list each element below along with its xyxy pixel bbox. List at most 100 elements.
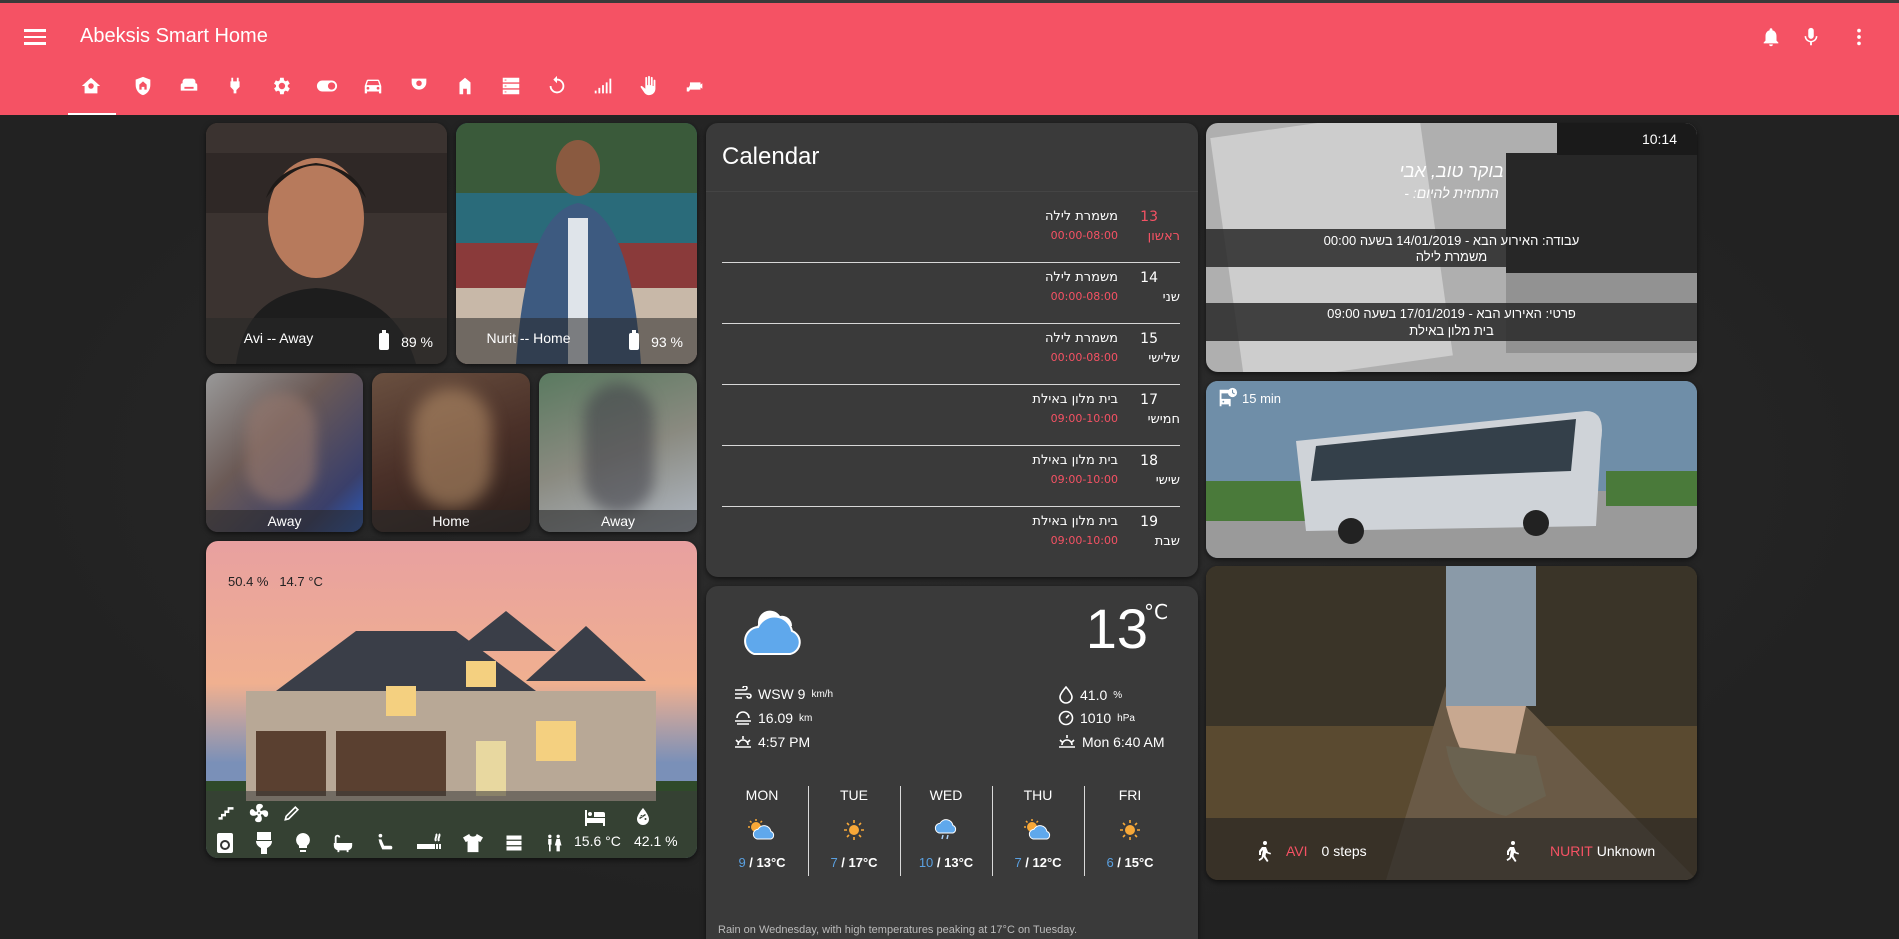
weather-card: 13 °C WSW 9 km/h 16.09 km 4:57 PM 41.0 %… bbox=[706, 586, 1198, 939]
humidity-row: 41.0 % bbox=[1058, 686, 1122, 704]
house-icons-row-1 bbox=[216, 802, 302, 824]
stairs-icon[interactable] bbox=[216, 803, 236, 823]
visibility-row: 16.09 km bbox=[734, 710, 812, 726]
calendar-row[interactable]: 19 בית מלון באילת 09:00-10:00 שבת bbox=[722, 506, 1180, 567]
toilet-icon[interactable] bbox=[254, 831, 274, 855]
washing-machine-icon[interactable] bbox=[216, 832, 234, 854]
calendar-event-title: בית מלון באילת bbox=[1032, 453, 1118, 468]
calendar-row[interactable]: 13 משמרת לילה 00:00-08:00 ראשון bbox=[722, 201, 1180, 263]
forecast-day: MON 9 / 13°C bbox=[716, 783, 808, 873]
calendar-row[interactable]: 14 משמרת לילה 00:00-08:00 שני bbox=[722, 262, 1180, 324]
blurred-photo bbox=[246, 393, 316, 503]
calendar-day-number: 15 bbox=[1140, 331, 1158, 347]
calendar-weekday: שלישי bbox=[1148, 351, 1180, 366]
visibility-unit: km bbox=[799, 712, 813, 724]
calendar-event-time: 09:00-10:00 bbox=[1050, 412, 1118, 425]
sunset-icon bbox=[735, 736, 751, 748]
bedroom-humidity: 42.1 % bbox=[634, 833, 678, 849]
forecast-high: 17°C bbox=[848, 855, 878, 870]
steps-card[interactable]: AVI 0 steps NURIT Unknown bbox=[1206, 566, 1697, 880]
partly-cloudy-icon bbox=[992, 815, 1084, 845]
tab-home-modern-icon[interactable] bbox=[442, 75, 488, 115]
steps-person-1-name: AVI bbox=[1286, 843, 1308, 859]
tab-server-icon[interactable] bbox=[488, 75, 534, 115]
tab-power-plug-icon[interactable] bbox=[212, 75, 258, 115]
microphone-icon[interactable] bbox=[1799, 25, 1823, 49]
pencil-icon[interactable] bbox=[282, 803, 302, 823]
house-humidity: 50.4 % bbox=[228, 574, 269, 589]
forecast-low: 9 bbox=[738, 855, 746, 870]
person-card-small-1[interactable]: Away bbox=[206, 373, 363, 532]
person-card-small-3[interactable]: Away bbox=[539, 373, 697, 532]
forecast-high: 13°C bbox=[756, 855, 786, 870]
battery-level: 89 % bbox=[401, 333, 433, 350]
tab-restart-icon[interactable] bbox=[534, 75, 580, 115]
app-header: Abeksis Smart Home bbox=[0, 3, 1899, 115]
walk-icon bbox=[1506, 841, 1519, 862]
blurred-photo bbox=[412, 388, 492, 508]
wind-unit: km/h bbox=[811, 688, 834, 700]
forecast-separator bbox=[808, 786, 809, 876]
forecast-day-name: FRI bbox=[1118, 787, 1142, 803]
house-card[interactable]: 50.4 % 14.7 °C 15.6 °C 42.1 % bbox=[206, 541, 697, 858]
calendar-row[interactable]: 18 בית מלון באילת 09:00-10:00 שישי bbox=[722, 445, 1180, 507]
person-card-nurit[interactable]: Nurit -- Home 93 % bbox=[456, 123, 697, 364]
tab-shield-home-icon[interactable] bbox=[120, 75, 166, 115]
calendar-event-time: 00:00-08:00 bbox=[1050, 229, 1118, 242]
server-icon[interactable] bbox=[504, 833, 524, 853]
lightbulb-icon[interactable] bbox=[294, 832, 312, 854]
weather-summary: Rain on Wednesday, with high temperature… bbox=[718, 924, 1078, 936]
presence-status: Away bbox=[539, 510, 697, 532]
bus-eta: 15 min bbox=[1216, 387, 1281, 409]
house-climate: 50.4 % 14.7 °C bbox=[228, 574, 323, 589]
pressure-value: 1010 bbox=[1080, 710, 1112, 726]
tshirt-icon[interactable] bbox=[462, 833, 484, 853]
calendar-row[interactable]: 15 משמרת לילה 00:00-08:00 שלישי bbox=[722, 323, 1180, 385]
person-card-small-2[interactable]: Home bbox=[372, 373, 530, 532]
forecast-temperatures: 7 / 17°C bbox=[830, 855, 878, 870]
person-card-avi[interactable]: Avi -- Away 89 % bbox=[206, 123, 447, 364]
human-male-female-icon[interactable] bbox=[544, 832, 564, 854]
calendar-event-title: משמרת לילה bbox=[1044, 331, 1118, 346]
bus-card[interactable]: 15 min bbox=[1206, 381, 1697, 558]
bed-icon[interactable] bbox=[583, 808, 607, 826]
forecast-day-name: MON bbox=[745, 787, 779, 803]
steps-person-2-value: Unknown bbox=[1596, 843, 1656, 859]
greeting-title: בוקר טוב, אבי bbox=[1399, 161, 1504, 181]
tab-car-icon[interactable] bbox=[350, 75, 396, 115]
pressure-unit: hPa bbox=[1117, 712, 1135, 724]
forecast-day-name: TUE bbox=[840, 787, 868, 803]
tab-cctv-icon[interactable] bbox=[396, 75, 442, 115]
forecast-separator bbox=[900, 786, 901, 876]
bell-icon[interactable] bbox=[1759, 25, 1783, 49]
app-title: Abeksis Smart Home bbox=[80, 25, 268, 47]
calendar-event-title: משמרת לילה bbox=[1044, 270, 1118, 285]
water-percent-icon[interactable] bbox=[635, 807, 651, 827]
calendar-event-time: 09:00-10:00 bbox=[1050, 473, 1118, 486]
partly-cloudy-icon bbox=[716, 815, 808, 845]
tab-settings-icon[interactable] bbox=[258, 75, 304, 115]
gauge-icon bbox=[1058, 710, 1074, 726]
sunrise-row: Mon 6:40 AM bbox=[1058, 734, 1165, 750]
forecast-high: 15°C bbox=[1124, 855, 1154, 870]
tab-cctv-camera-icon[interactable] bbox=[672, 75, 718, 115]
menu-icon[interactable] bbox=[24, 25, 46, 47]
fan-icon[interactable] bbox=[248, 802, 270, 824]
tab-hand-icon[interactable] bbox=[626, 75, 672, 115]
bathtub-icon[interactable] bbox=[332, 832, 354, 854]
calendar-day-number: 13 bbox=[1140, 209, 1158, 225]
steps-person-2-name: NURIT bbox=[1550, 843, 1593, 859]
more-vert-icon[interactable] bbox=[1847, 25, 1871, 49]
tab-home-automation-icon[interactable] bbox=[68, 75, 116, 115]
calendar-row[interactable]: 17 בית מלון באילת 09:00-10:00 חמישי bbox=[722, 384, 1180, 446]
visibility-value: 16.09 bbox=[758, 710, 794, 726]
massage-seat-icon[interactable] bbox=[374, 832, 396, 854]
tab-toggle-switch-icon[interactable] bbox=[304, 75, 350, 115]
tab-sofa-icon[interactable] bbox=[166, 75, 212, 115]
smoking-icon[interactable] bbox=[416, 832, 442, 854]
tab-signal-icon[interactable] bbox=[580, 75, 626, 115]
steps-person-1-value: 0 steps bbox=[1321, 843, 1367, 859]
person-name: Avi -- Away bbox=[243, 330, 314, 346]
battery-status: 89 % bbox=[379, 330, 433, 350]
forecast-day: THU 7 / 12°C bbox=[992, 783, 1084, 873]
